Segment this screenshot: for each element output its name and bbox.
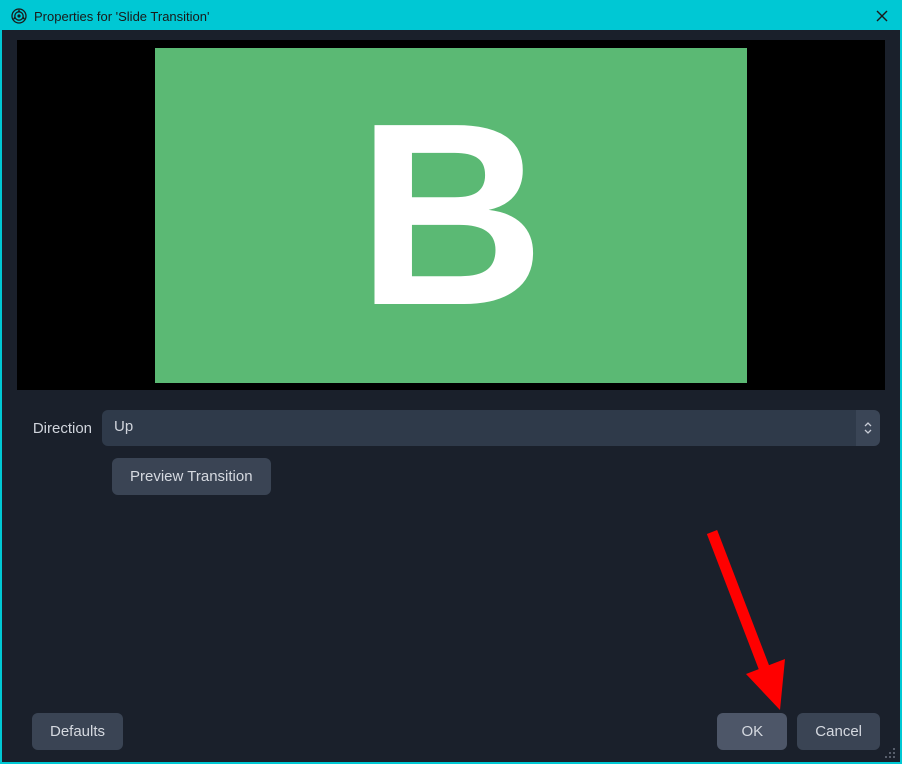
direction-select[interactable]: Up [102, 410, 880, 446]
ok-button[interactable]: OK [717, 713, 787, 750]
direction-row: Direction Up [22, 410, 880, 446]
chevron-updown-icon[interactable] [856, 410, 880, 446]
direction-value[interactable]: Up [102, 410, 856, 446]
cancel-button[interactable]: Cancel [797, 713, 880, 750]
dialog-window: Properties for 'Slide Transition' B Dire… [0, 0, 902, 764]
preview-transition-button[interactable]: Preview Transition [112, 458, 271, 495]
close-icon[interactable] [872, 6, 892, 26]
properties-form: Direction Up Preview Transition [2, 400, 900, 517]
defaults-button[interactable]: Defaults [32, 713, 123, 750]
dialog-footer: Defaults OK Cancel [22, 713, 880, 750]
titlebar[interactable]: Properties for 'Slide Transition' [2, 2, 900, 30]
dialog-content: B Direction Up Preview Transition [2, 30, 900, 762]
preview-frame: B [155, 48, 747, 383]
transition-preview: B [17, 40, 885, 390]
preview-button-row: Preview Transition [112, 458, 880, 495]
window-title: Properties for 'Slide Transition' [34, 9, 872, 24]
resize-grip-icon[interactable] [884, 746, 896, 758]
app-icon [10, 7, 28, 25]
direction-label: Direction [22, 420, 102, 437]
preview-scene-letter: B [357, 85, 545, 345]
